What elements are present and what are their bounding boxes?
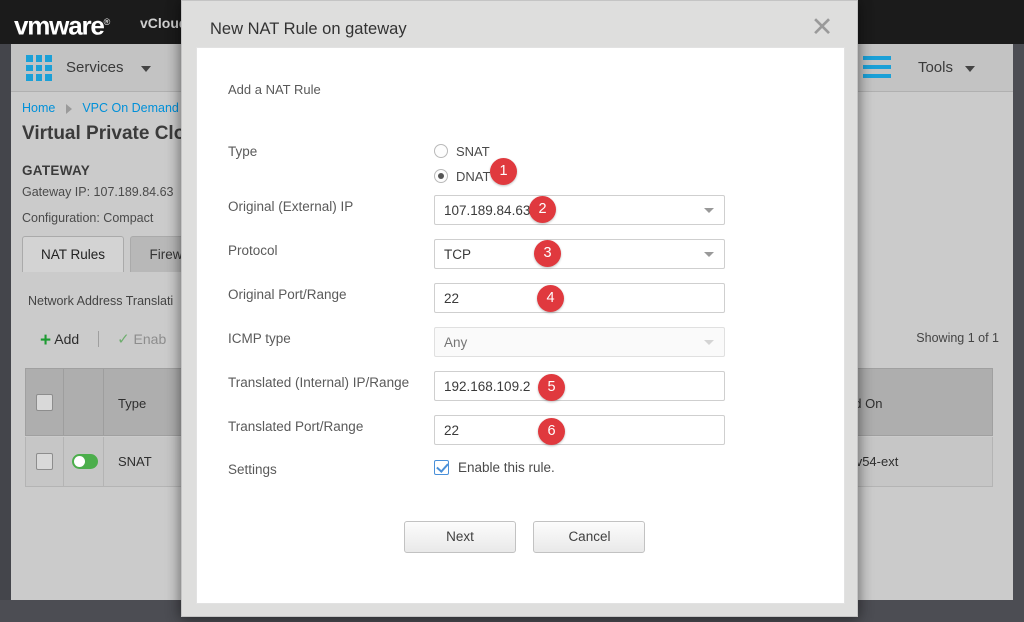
vmware-logo-reg: ®	[103, 17, 111, 27]
original-ip-select[interactable]	[434, 195, 725, 225]
add-button[interactable]: + Add	[40, 330, 79, 352]
column-header-type[interactable]: Type	[118, 396, 146, 411]
dialog-button-row: Next Cancel	[404, 521, 646, 553]
dialog-body: Add a NAT Rule Type SNAT DNAT 1 Original…	[196, 47, 845, 604]
add-button-label: Add	[54, 331, 80, 347]
breadcrumb-separator-icon	[65, 103, 72, 114]
services-chevron-down-icon[interactable]	[141, 66, 151, 72]
translated-port-input[interactable]	[434, 415, 725, 445]
label-protocol: Protocol	[228, 243, 278, 258]
next-button[interactable]: Next	[404, 521, 516, 553]
close-icon[interactable]: ✕	[807, 13, 837, 43]
tab-nat-rules[interactable]: NAT Rules	[22, 236, 125, 272]
protocol-chevron-down-icon[interactable]	[704, 252, 714, 257]
vmware-logo: vmware®	[14, 7, 111, 41]
badge-1: 1	[490, 158, 517, 185]
enable-rule-checkbox-row[interactable]: Enable this rule.	[434, 460, 555, 475]
badge-6: 6	[538, 418, 565, 445]
check-icon: ✓	[117, 331, 130, 348]
label-original-port: Original Port/Range	[228, 287, 347, 302]
breadcrumb: Home VPC On Demand	[22, 101, 179, 115]
label-original-ip: Original (External) IP	[228, 199, 354, 214]
badge-5: 5	[538, 374, 565, 401]
translated-port-control	[434, 415, 725, 445]
icmp-type-select	[434, 327, 725, 357]
grid-icon[interactable]	[26, 55, 52, 81]
translated-ip-input[interactable]	[434, 371, 725, 401]
gateway-ip-text: Gateway IP: 107.189.84.63	[22, 185, 174, 199]
gateway-heading: GATEWAY	[22, 163, 91, 178]
enable-rule-label: Enable this rule.	[458, 460, 555, 475]
badge-2: 2	[529, 196, 556, 223]
label-translated-ip: Translated (Internal) IP/Range	[228, 375, 410, 390]
table-header-toggle-cell	[64, 369, 104, 435]
enable-button[interactable]: ✓ Enab	[117, 330, 166, 348]
left-rail	[0, 44, 11, 600]
breadcrumb-home[interactable]: Home	[22, 101, 55, 115]
toolbar-divider	[97, 331, 99, 347]
protocol-select[interactable]	[434, 239, 725, 269]
original-port-control	[434, 283, 725, 313]
row-enable-toggle[interactable]	[72, 454, 98, 469]
dialog-title: New NAT Rule on gateway	[210, 20, 407, 38]
tools-chevron-down-icon[interactable]	[965, 66, 975, 72]
cancel-button[interactable]: Cancel	[533, 521, 646, 553]
services-menu-label[interactable]: Services	[66, 59, 124, 76]
form-heading: Add a NAT Rule	[228, 82, 321, 97]
label-type: Type	[228, 144, 258, 159]
showing-count: Showing 1 of 1	[916, 331, 999, 345]
breadcrumb-current[interactable]: VPC On Demand	[82, 101, 179, 115]
enable-button-label: Enab	[133, 331, 167, 347]
new-nat-rule-dialog: New NAT Rule on gateway ✕ Add a NAT Rule…	[181, 0, 858, 617]
radio-dnat-icon	[434, 169, 448, 183]
badge-3: 3	[534, 240, 561, 267]
icmp-type-chevron-down-icon	[704, 340, 714, 345]
settings-control: Enable this rule.	[434, 460, 555, 475]
icmp-type-control	[434, 327, 725, 357]
translated-ip-control	[434, 371, 725, 401]
label-icmp-type: ICMP type	[228, 331, 291, 346]
radio-snat-label: SNAT	[456, 143, 490, 159]
radio-option-snat[interactable]: SNAT	[434, 141, 490, 161]
plus-icon: +	[40, 330, 52, 351]
protocol-control	[434, 239, 725, 269]
radio-snat-icon	[434, 144, 448, 158]
row-type-value: SNAT	[118, 454, 152, 469]
label-translated-port: Translated Port/Range	[228, 419, 364, 434]
hamburger-icon[interactable]	[863, 56, 891, 78]
nat-toolbar: + Add ✓ Enab	[40, 330, 166, 352]
original-ip-control	[434, 195, 725, 225]
nat-panel-subtitle: Network Address Translati	[28, 294, 174, 308]
select-all-checkbox[interactable]	[36, 394, 53, 411]
enable-rule-checkbox[interactable]	[434, 460, 449, 475]
badge-4: 4	[537, 285, 564, 312]
row-select-checkbox[interactable]	[36, 453, 53, 470]
label-settings: Settings	[228, 462, 277, 477]
original-ip-chevron-down-icon[interactable]	[704, 208, 714, 213]
table-header-checkbox-cell	[26, 369, 64, 435]
gateway-configuration-text: Configuration: Compact	[22, 211, 154, 225]
original-port-input[interactable]	[434, 283, 725, 313]
row-toggle-cell	[64, 437, 104, 486]
tools-menu-label[interactable]: Tools	[918, 59, 953, 76]
screen-root: vmware® vCloud® Services Tools Home VPC …	[0, 0, 1024, 622]
radio-option-dnat[interactable]: DNAT	[434, 166, 490, 186]
type-radio-group: SNAT DNAT	[434, 141, 490, 186]
row-checkbox-cell	[26, 437, 64, 486]
radio-dnat-label: DNAT	[456, 168, 491, 184]
vmware-logo-text: vmware	[14, 10, 105, 41]
